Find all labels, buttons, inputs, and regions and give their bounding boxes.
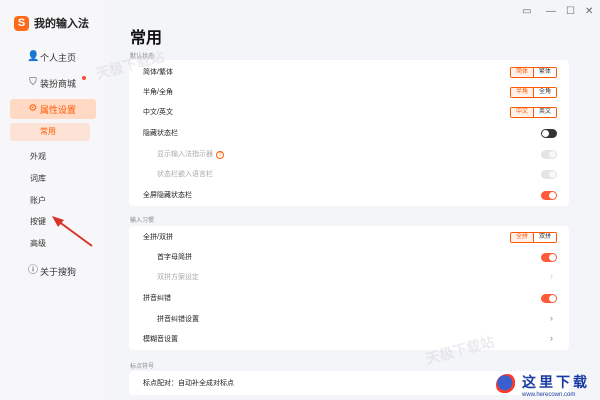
watermark-text: 这里下载 [522, 375, 590, 391]
watermark-url: www.herecown.com [522, 392, 576, 398]
site-logo-icon [496, 374, 518, 396]
annotation-arrow [52, 216, 93, 247]
site-watermark: 这里下载 www.herecown.com [496, 372, 590, 398]
